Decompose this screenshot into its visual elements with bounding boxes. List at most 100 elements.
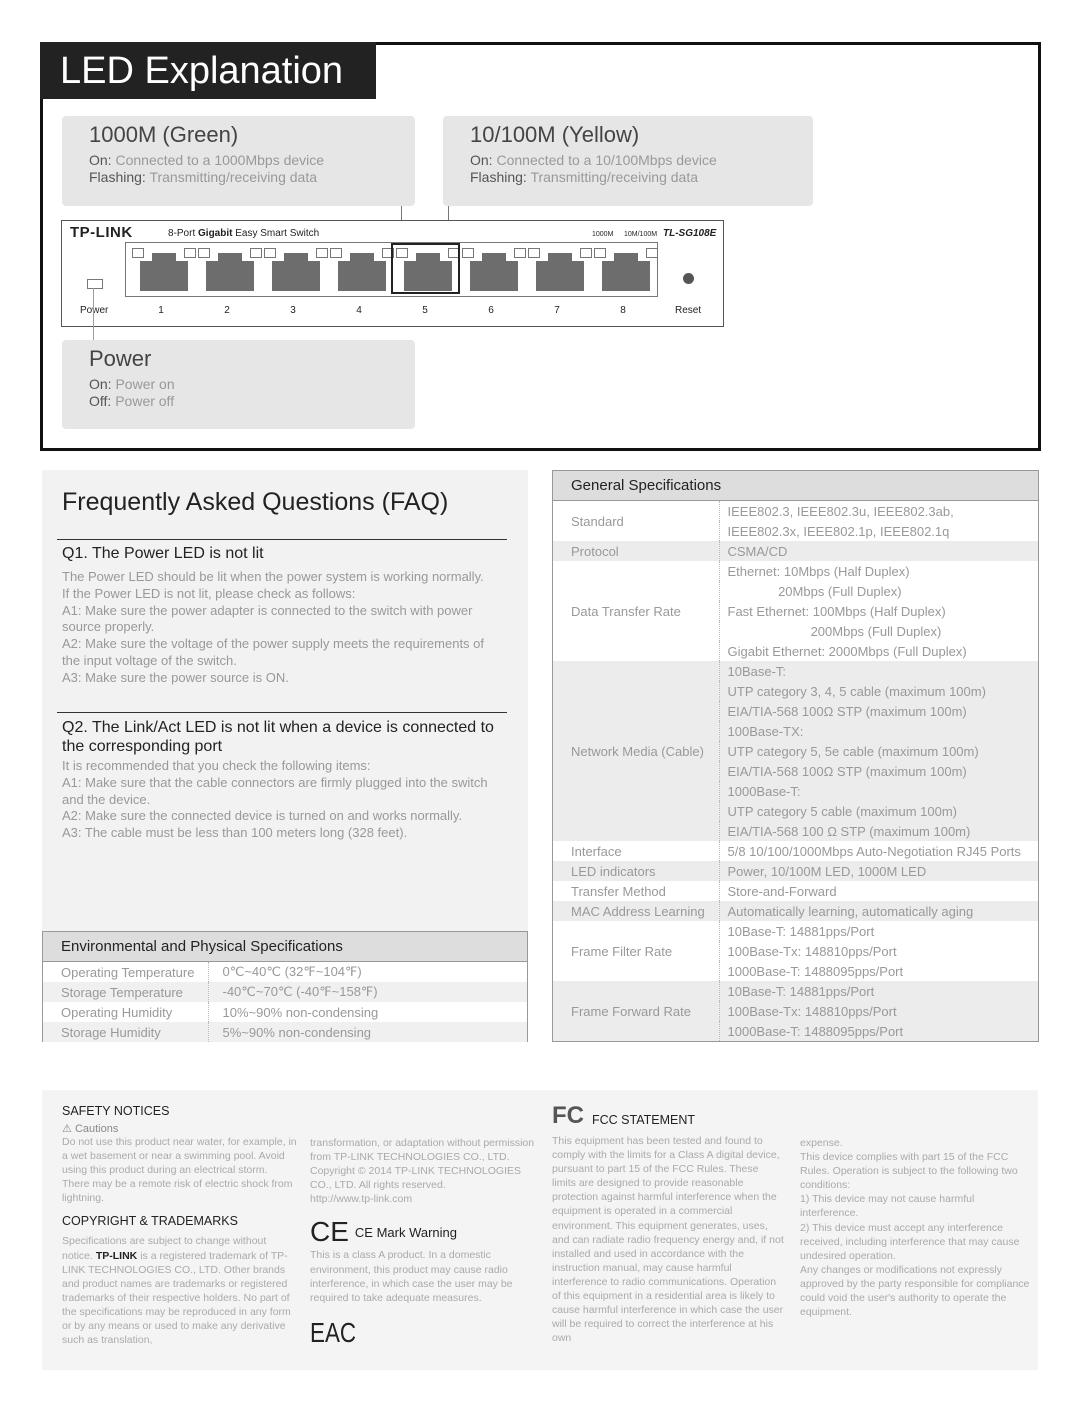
- reset-button: [683, 273, 694, 284]
- spec-value: Store-and-Forward: [727, 883, 837, 899]
- on-text: Connected to a 10/100Mbps device: [496, 152, 717, 168]
- env-row: Storage Humidity 5%~90% non-condensing: [43, 1022, 527, 1042]
- website-link[interactable]: http://www.tp-link.com: [310, 1192, 542, 1206]
- port-number: 8: [620, 305, 626, 316]
- safety-title: SAFETY NOTICES: [62, 1104, 170, 1118]
- on-text: Connected to a 1000Mbps device: [115, 152, 325, 168]
- faq-answer-line: A2: Make sure the voltage of the power s…: [62, 636, 485, 668]
- eac-logo: EAC: [310, 1316, 357, 1348]
- general-specs-title: General Specifications: [553, 471, 1038, 501]
- ce-mark-logo: CE: [310, 1216, 349, 1248]
- flash-label: Flashing:: [89, 169, 146, 185]
- spec-row: LED indicators Power, 10/100M LED, 1000M …: [553, 861, 1038, 881]
- port-jack: [602, 253, 650, 291]
- power-connector-line: [93, 288, 94, 341]
- env-label: Operating Humidity: [43, 1002, 209, 1022]
- port-led-1000m: [132, 248, 144, 258]
- cautions-label: Cautions: [74, 1123, 119, 1135]
- copyright-title: COPYRIGHT & TRADEMARKS: [62, 1214, 238, 1229]
- fcc-text: This equipment has been tested and found…: [552, 1135, 784, 1345]
- spec-value: 1000Base-T:: [727, 783, 801, 799]
- port-led-10-100m: [316, 248, 328, 258]
- spec-value: 100Base-Tx: 148810pps/Port: [727, 1003, 897, 1019]
- port-jack: [338, 253, 386, 291]
- on-label: On:: [89, 152, 112, 168]
- ce-text: This is a class A product. In a domestic…: [310, 1249, 513, 1304]
- spec-row: Transfer Method Store-and-Forward: [553, 881, 1038, 901]
- env-row: Storage Temperature -40℃~70℃ (-40℉~158℉): [43, 982, 527, 1002]
- rj45-port: [198, 247, 262, 295]
- spec-value: 100Base-TX:: [727, 723, 804, 739]
- spec-value: Fast Ethernet: 100Mbps (Half Duplex): [727, 603, 946, 619]
- spec-label: MAC Address Learning: [553, 901, 720, 921]
- spec-value: IEEE802.3, IEEE802.3u, IEEE802.3ab,: [727, 503, 954, 519]
- copyright-text: Specifications are subject to change wit…: [62, 1235, 291, 1347]
- q2-title: Q2. The Link/Act LED is not lit when a d…: [62, 719, 494, 755]
- spec-row: Data Transfer Rate Ethernet: 10Mbps (Half…: [553, 561, 1038, 661]
- spec-label: LED indicators: [553, 861, 720, 881]
- spec-value: 10Base-T: 14881pps/Port: [727, 983, 875, 999]
- spec-value: EIA/TIA-568 100Ω STP (maximum 100m): [727, 703, 967, 719]
- port-number: 5: [422, 305, 428, 316]
- env-value: 0℃~40℃ (32℉~104℉): [222, 964, 362, 979]
- spec-value: 10Base-T:: [727, 663, 787, 679]
- env-specs-table: Environmental and Physical Specification…: [42, 931, 528, 1042]
- spec-row: Frame Filter Rate 10Base-T: 14881pps/Port: [553, 921, 1038, 981]
- spec-row: Protocol CSMA/CD: [553, 541, 1038, 561]
- faq-q2: Q2. The Link/Act LED is not lit when a d…: [62, 718, 502, 842]
- safety-text: Do not use this product near water, for …: [62, 1136, 297, 1205]
- spec-value: UTP category 5 cable (maximum 100m): [727, 803, 958, 819]
- faq-q1: Q1. The Power LED is not lit The Power L…: [62, 545, 502, 687]
- faq-answer-line: A3: The cable must be less than 100 mete…: [62, 825, 408, 841]
- spec-value: UTP category 5, 5e cable (maximum 100m): [727, 743, 979, 759]
- faq-title: Frequently Asked Questions (FAQ): [62, 488, 449, 516]
- rj45-port: [330, 247, 394, 295]
- spec-value: EIA/TIA-568 100Ω STP (maximum 100m): [727, 763, 967, 779]
- spec-row: Standard IEEE802.3, IEEE802.3u, IEEE802.3…: [553, 501, 1038, 541]
- port-jack: [470, 253, 518, 291]
- rj45-port: [264, 247, 328, 295]
- port-number: 6: [488, 305, 494, 316]
- model-name: TL-SG108E: [663, 228, 717, 239]
- faq-answer-line: A1: Make sure the power adapter is conne…: [62, 602, 473, 635]
- port-led-1000m: [264, 248, 276, 258]
- port-jack: [536, 253, 584, 291]
- fcc-text-cont: expense. This device complies with part …: [800, 1137, 1030, 1319]
- faq-answer-line: A2: Make sure the connected device is tu…: [62, 808, 463, 824]
- switch-description: 8-Port Gigabit Easy Smart Switch: [168, 228, 320, 239]
- spec-row: Network Media (Cable) 10Base-T:: [553, 661, 1038, 841]
- faq-answer-line: The Power LED should be lit when the pow…: [62, 569, 484, 584]
- reset-label: Reset: [675, 305, 702, 316]
- spec-label: Frame Forward Rate: [553, 981, 720, 1041]
- port-led-1000m: [594, 248, 606, 258]
- led-10-100m-box: 10/100M (Yellow) On: Connected to a 10/1…: [443, 116, 813, 206]
- port-led-10-100m: [514, 248, 526, 258]
- spec-value: 5/8 10/100/1000Mbps Auto-Negotiation RJ4…: [727, 843, 1021, 859]
- copyright-text-cont: transformation, or adaptation without pe…: [310, 1137, 535, 1192]
- rj45-port: [132, 247, 196, 295]
- port-jack: [206, 253, 254, 291]
- spec-row: Frame Forward Rate 10Base-T: 14881pps/Por…: [553, 981, 1038, 1041]
- led-label-10-100m: 10M/100M: [624, 231, 658, 238]
- port-led-1000m: [330, 248, 342, 258]
- port-number: 1: [158, 305, 164, 316]
- port-led-1000m: [462, 248, 474, 258]
- env-label: Operating Temperature: [43, 962, 209, 982]
- spec-value: Ethernet: 10Mbps (Half Duplex): [727, 563, 910, 579]
- led-power-box: Power On: Power on Off: Power off: [62, 340, 415, 429]
- off-label: Off:: [89, 393, 112, 409]
- faq-answer-line: It is recommended that you check the fol…: [62, 758, 371, 773]
- tp-link-logo: TP-LINK: [70, 224, 133, 241]
- tp-link-logo: TP-LINK: [95, 1249, 138, 1262]
- flash-label: Flashing:: [470, 169, 527, 185]
- spec-value: 10Base-T: 14881pps/Port: [727, 923, 875, 939]
- divider: [57, 539, 507, 540]
- faq-answer-line: If the Power LED is not lit, please chec…: [62, 585, 356, 601]
- spec-row: Interface 5/8 10/100/1000Mbps Auto-Negoti…: [553, 841, 1038, 861]
- port-highlight: [391, 243, 460, 294]
- fcc-logo: FC: [552, 1102, 584, 1129]
- spec-label: Protocol: [553, 541, 720, 561]
- port-led-10-100m: [580, 248, 592, 258]
- spec-value: Automatically learning, automatically ag…: [727, 903, 974, 919]
- on-text: Power on: [115, 376, 175, 392]
